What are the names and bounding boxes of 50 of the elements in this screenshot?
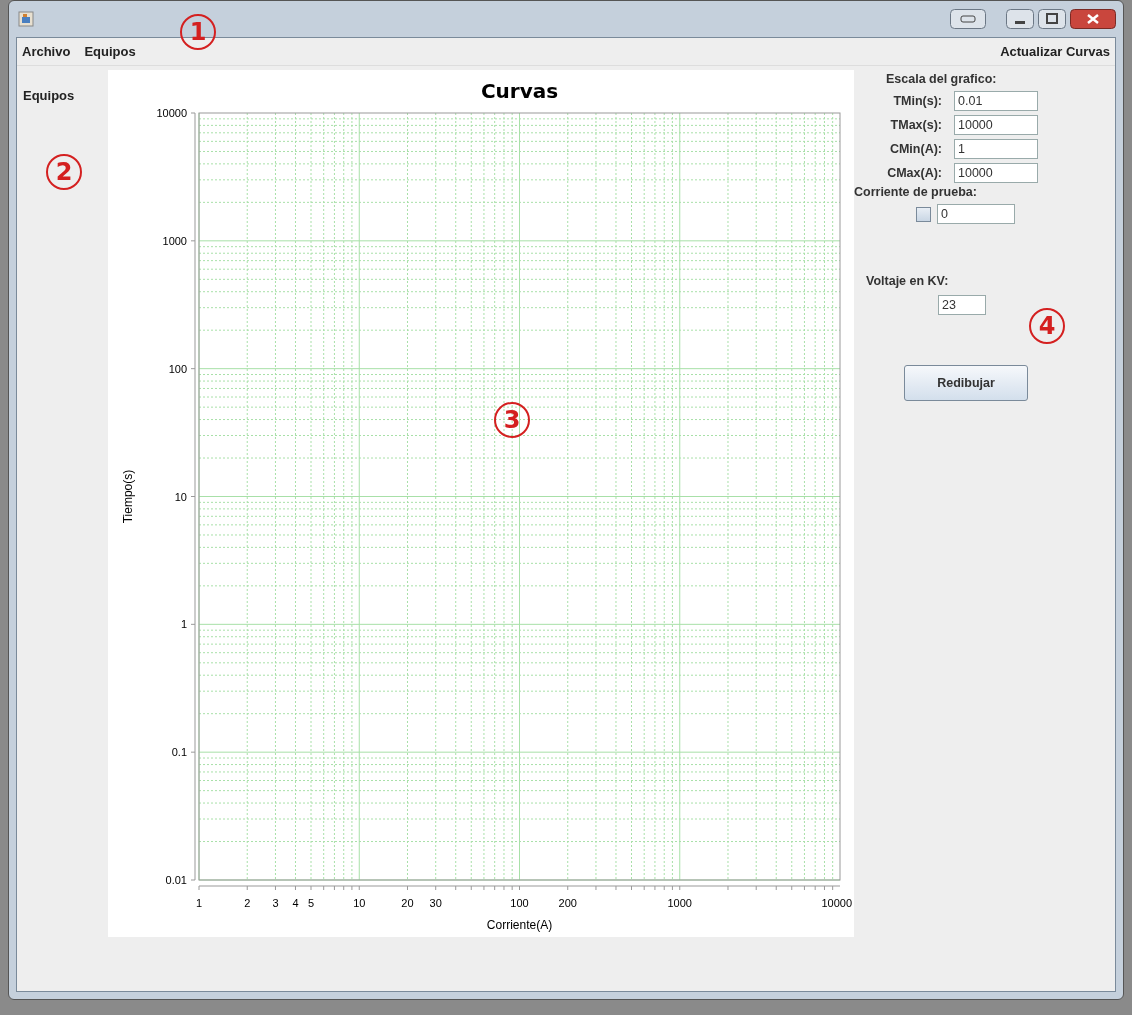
field-label: TMax(s): <box>889 118 943 132</box>
axis-tick-label: 10 <box>174 490 187 503</box>
axis-tick-label: 4 <box>292 897 299 909</box>
annotation-marker: 2 <box>46 154 82 190</box>
checkbox[interactable] <box>916 206 931 222</box>
field-label: CMax(A): <box>886 166 943 180</box>
axis-tick-label: 10000 <box>821 897 852 909</box>
axis-tick-label: 10000 <box>156 107 187 119</box>
axis-tick-label: 2 <box>244 897 251 909</box>
axis-tick-label: 1 <box>180 618 187 631</box>
axis-tick-label: 1000 <box>667 897 692 909</box>
axis-tick-label: 100 <box>168 362 187 375</box>
axis-tick-label: 3 <box>272 897 279 909</box>
section-title: Corriente de prueba: <box>854 185 977 199</box>
axis-tick-label: 1000 <box>162 234 187 247</box>
axis-tick-label: 0.1 <box>171 746 187 759</box>
axis-tick-label: 20 <box>401 897 414 909</box>
field-label: TMin(s): <box>892 94 943 108</box>
chart-title: Curvas <box>480 79 559 103</box>
axis-tick-label: 0.01 <box>165 874 187 886</box>
app-icon <box>18 11 34 27</box>
annotation-marker: 4 <box>1029 308 1065 344</box>
input-field[interactable]: 10000 <box>954 163 1038 183</box>
menu-item[interactable]: Archivo <box>22 42 71 61</box>
field-label: Voltaje en KV: <box>866 274 949 288</box>
section-title: Escala del grafico: <box>886 72 997 86</box>
axis-tick-label: 200 <box>558 897 577 909</box>
axis-tick-label: 5 <box>307 897 315 909</box>
input-field[interactable]: 23 <box>938 295 986 315</box>
annotation-marker: 1 <box>180 14 216 50</box>
close-button[interactable] <box>1070 9 1116 29</box>
restore-icon[interactable] <box>950 9 986 29</box>
maximize-button[interactable] <box>1038 9 1066 29</box>
input-field[interactable]: 1 <box>954 139 1038 159</box>
axis-tick-label: 30 <box>429 897 442 909</box>
field-label: CMin(A): <box>888 142 943 156</box>
menu-item[interactable]: Actualizar Curvas <box>1000 42 1110 61</box>
axis-title: Corriente(A) <box>486 918 553 932</box>
axis-tick-label: 10 <box>353 897 366 909</box>
sidebar-title: Equipos <box>23 88 75 103</box>
input-field[interactable]: 0.01 <box>954 91 1038 111</box>
axis-title: Tiempo(s) <box>121 469 135 524</box>
input-field[interactable]: 0 <box>937 204 1015 224</box>
axis-tick-label: 1 <box>195 897 203 909</box>
axis-tick-label: 100 <box>510 897 529 909</box>
minimize-button[interactable] <box>1006 9 1034 29</box>
menu-item[interactable]: Equipos <box>84 42 136 61</box>
input-field[interactable]: 10000 <box>954 115 1038 135</box>
redraw-button[interactable]: Redibujar <box>904 365 1028 401</box>
annotation-marker: 3 <box>494 402 530 438</box>
